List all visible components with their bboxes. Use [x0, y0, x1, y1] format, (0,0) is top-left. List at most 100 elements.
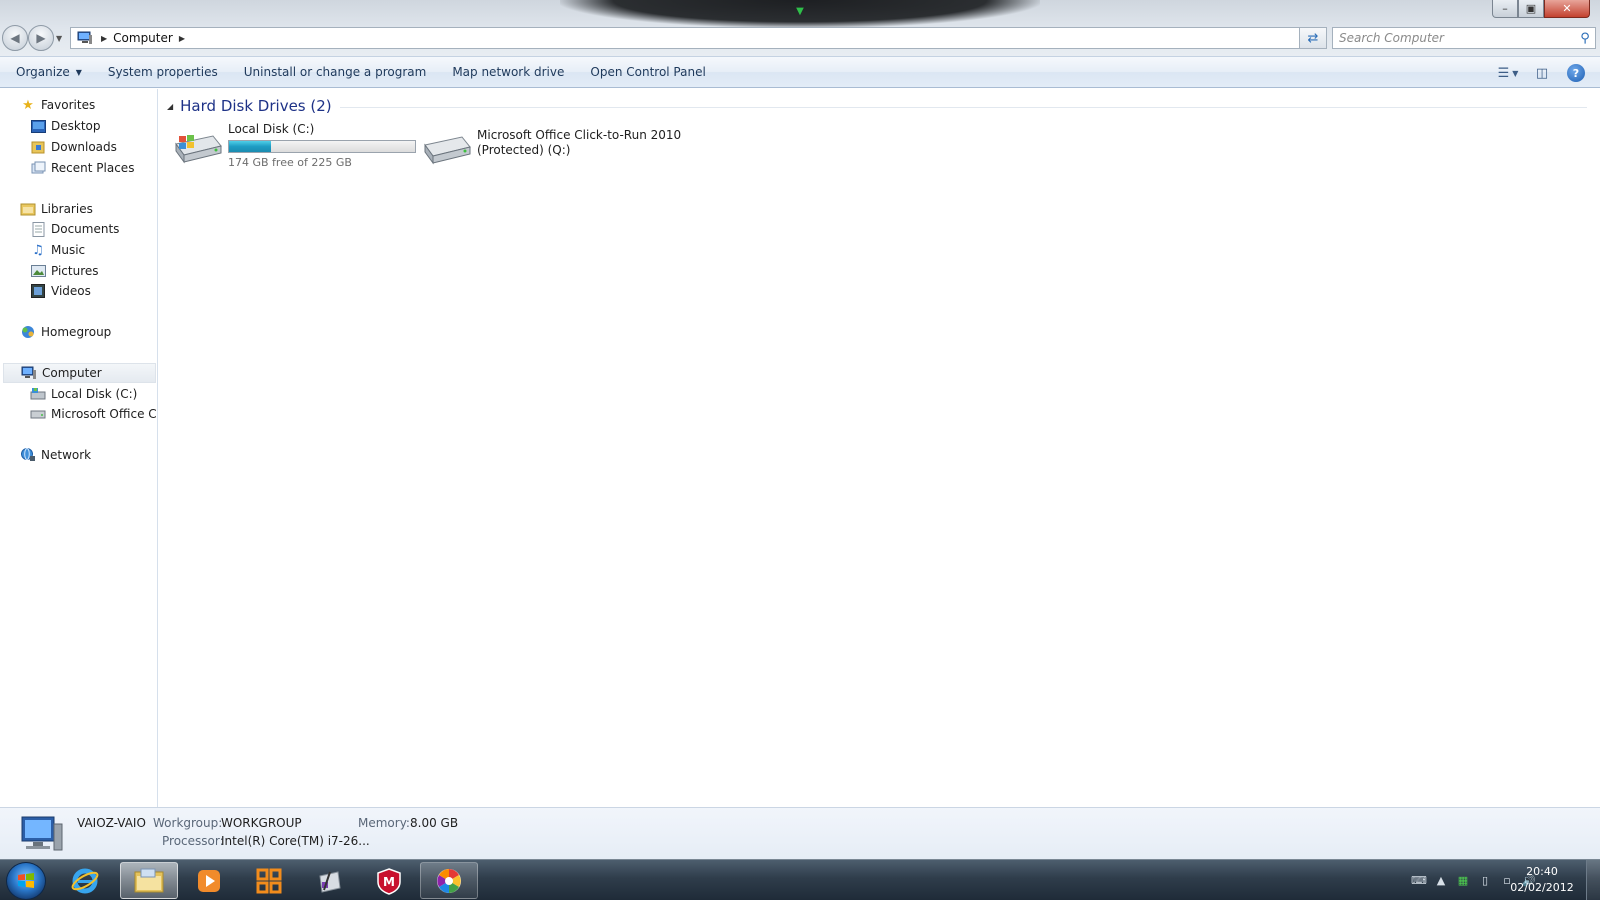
help-button[interactable]: ? — [1562, 61, 1590, 85]
nav-computer[interactable]: Computer — [3, 363, 156, 383]
recent-pages-dropdown[interactable]: ▼ — [56, 34, 62, 43]
uninstall-program-button[interactable]: Uninstall or change a program — [234, 60, 437, 84]
taskbar-picasa[interactable] — [420, 862, 478, 899]
computer-icon — [21, 365, 37, 381]
taskbar-mcafee[interactable]: M — [360, 862, 418, 899]
refresh-button[interactable]: ⇄ — [1299, 27, 1327, 49]
nav-music[interactable]: ♫ Music — [30, 240, 85, 260]
start-button[interactable] — [6, 862, 46, 900]
drive-local-disk-c[interactable]: Local Disk (C:) 174 GB free of 225 GB — [173, 122, 416, 169]
command-bar-right-tools: ☰ ▼ ◫ ? — [1488, 61, 1590, 85]
nav-homegroup-label: Homegroup — [41, 325, 112, 339]
recent-places-icon — [30, 160, 46, 176]
minimize-button[interactable]: – — [1492, 0, 1518, 18]
search-box[interactable]: ⚲ — [1332, 27, 1596, 49]
clock-time: 20:40 — [1526, 865, 1558, 878]
open-control-panel-button[interactable]: Open Control Panel — [580, 60, 715, 84]
star-icon: ★ — [22, 97, 34, 113]
memory-label: Memory: — [358, 816, 410, 830]
nav-pictures-label: Pictures — [51, 264, 99, 278]
nav-pictures[interactable]: Pictures — [30, 261, 99, 281]
change-view-button[interactable]: ☰ ▼ — [1494, 61, 1522, 85]
taskbar-office[interactable] — [240, 862, 298, 899]
taskbar-media-player[interactable] — [180, 862, 238, 899]
videos-icon — [30, 283, 46, 299]
nav-office-drive-q[interactable]: Microsoft Office Click-to-Run 2010 (Prot… — [30, 404, 157, 424]
nav-desktop[interactable]: Desktop — [30, 116, 101, 136]
workgroup-label: Workgroup: — [153, 816, 223, 830]
drive-name: Local Disk (C:) — [228, 122, 315, 136]
details-pane: VAIOZ-VAIO Workgroup: WORKGROUP Memory: … — [0, 807, 1600, 859]
drive-office-click-to-run-q[interactable]: Microsoft Office Click-to-Run 2010 (Prot… — [422, 128, 682, 173]
clock[interactable]: 20:40 02/02/2012 — [1502, 864, 1582, 896]
breadcrumb-separator-icon[interactable]: ▶ — [179, 34, 185, 43]
navigation-pane: ★ Favorites Desktop Downloads Recent Plac… — [0, 89, 158, 807]
organize-menu[interactable]: Organize ▼ — [6, 60, 92, 84]
show-hidden-icons-icon[interactable]: ▲ — [1430, 871, 1452, 891]
close-button[interactable]: ✕ — [1544, 0, 1590, 18]
taskbar-notes[interactable] — [300, 862, 358, 899]
breadcrumb-separator-icon[interactable]: ▶ — [101, 34, 107, 43]
drive-name-line1: Microsoft Office Click-to-Run 2010 — [477, 128, 682, 142]
nav-network-label: Network — [41, 448, 92, 462]
command-bar: Organize ▼ System properties Uninstall or… — [0, 56, 1600, 88]
nav-favorites[interactable]: ★ Favorites — [20, 95, 95, 115]
drive-text: Local Disk (C:) 174 GB free of 225 GB — [228, 122, 416, 169]
map-network-drive-button[interactable]: Map network drive — [442, 60, 574, 84]
workgroup-value: WORKGROUP — [221, 816, 302, 830]
homegroup-icon — [20, 324, 36, 340]
back-button[interactable]: ◀ — [2, 25, 28, 51]
computer-name: VAIOZ-VAIO — [77, 816, 146, 830]
desktop-icon — [30, 118, 46, 134]
nav-documents-label: Documents — [51, 222, 120, 236]
nav-homegroup[interactable]: Homegroup — [20, 322, 111, 342]
taskbar-internet-explorer[interactable] — [56, 862, 114, 899]
nav-downloads-label: Downloads — [51, 140, 117, 154]
media-player-icon — [198, 869, 220, 892]
nav-libraries-label: Libraries — [41, 202, 93, 216]
organize-label: Organize — [16, 65, 70, 79]
downloads-folder-icon — [30, 139, 46, 155]
nav-favorites-label: Favorites — [41, 98, 96, 112]
drive-name-line2: (Protected) (Q:) — [477, 143, 571, 157]
chevron-down-icon: ▼ — [75, 67, 82, 77]
hard-disk-drives-group-header[interactable]: ◢ Hard Disk Drives (2) — [167, 97, 1587, 115]
nav-music-label: Music — [51, 243, 86, 257]
search-input[interactable] — [1333, 31, 1575, 45]
breadcrumb-computer[interactable]: Computer — [113, 31, 173, 45]
preview-pane-button[interactable]: ◫ — [1528, 61, 1556, 85]
taskbar-windows-explorer[interactable] — [120, 862, 178, 899]
nav-libraries[interactable]: Libraries — [20, 199, 93, 219]
title-bar: ▼ – ▣ ✕ ◀ ▶ ▼ ▶ Computer ▶ ▼ ⇄ ⚲ — [0, 0, 1600, 56]
system-properties-button[interactable]: System properties — [98, 60, 228, 84]
address-bar[interactable]: ▶ Computer ▶ ▼ — [70, 27, 1325, 49]
forward-arrow-icon: ▶ — [36, 31, 46, 45]
show-desktop-button[interactable] — [1586, 860, 1600, 900]
nav-recent-places[interactable]: Recent Places — [30, 158, 134, 178]
refresh-icon: ⇄ — [1307, 30, 1319, 46]
nav-downloads[interactable]: Downloads — [30, 137, 117, 157]
nav-local-disk-c[interactable]: Local Disk (C:) — [30, 384, 137, 404]
search-icon[interactable]: ⚲ — [1575, 31, 1595, 46]
processor-value: Intel(R) Core(TM) i7-26... — [221, 834, 370, 848]
windows-explorer-icon — [134, 868, 164, 892]
nav-documents[interactable]: Documents — [30, 219, 119, 239]
wallpaper-logo-icon: ▼ — [796, 6, 804, 17]
music-note-icon: ♫ — [32, 242, 44, 258]
back-arrow-icon: ◀ — [10, 31, 20, 45]
maximize-button[interactable]: ▣ — [1518, 0, 1544, 18]
drive-usage-bar — [228, 140, 416, 153]
nav-recent-places-label: Recent Places — [51, 161, 135, 175]
keyboard-icon[interactable]: ⌨ — [1408, 871, 1430, 891]
content-area: ◢ Hard Disk Drives (2) Local Disk (C:) 1… — [159, 89, 1600, 807]
nav-network[interactable]: Network — [20, 445, 91, 465]
battery-icon[interactable]: ▯ — [1474, 871, 1496, 891]
processor-label: Processor: — [162, 834, 224, 848]
office-icon — [256, 868, 282, 893]
forward-button[interactable]: ▶ — [28, 25, 54, 51]
collapse-triangle-icon[interactable]: ◢ — [167, 102, 173, 111]
nav-local-disk-label: Local Disk (C:) — [51, 387, 138, 401]
sync-icon[interactable]: ▦ — [1452, 871, 1474, 891]
navigation-buttons: ◀ ▶ ▼ — [2, 25, 62, 51]
nav-videos[interactable]: Videos — [30, 281, 91, 301]
